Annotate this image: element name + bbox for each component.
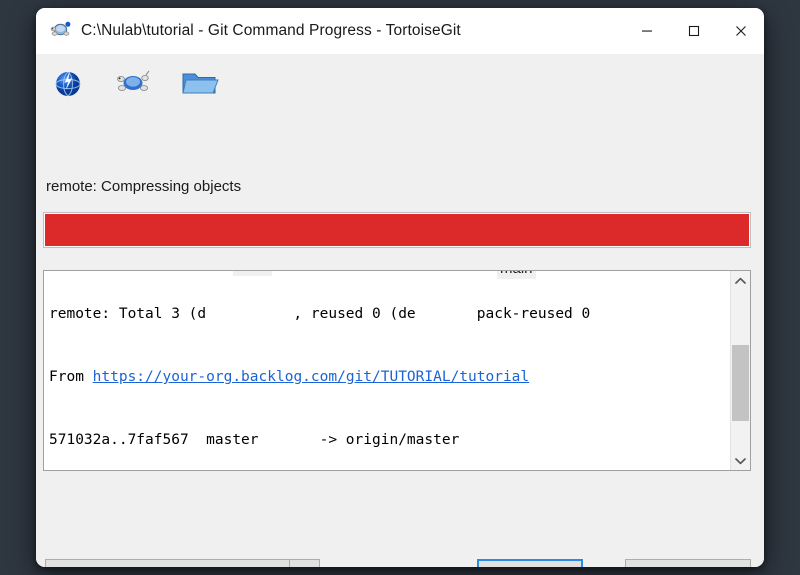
resolve-split-button[interactable]: Resolve [45, 559, 320, 567]
abort-button[interactable]: Abort [625, 559, 751, 567]
console-line: 571032a..7faf567 master -> origin/master [49, 432, 460, 448]
git-command-progress-window: C:\Nulab\tutorial - Git Command Progress… [36, 8, 764, 567]
scrollbar-track[interactable] [731, 290, 750, 451]
caption-button-group [623, 8, 764, 54]
toolbar [36, 54, 764, 112]
dialog-client-area: remote: Compressing objects remote: Tota… [36, 54, 764, 567]
scroll-up-icon[interactable] [731, 271, 750, 290]
console-text-area[interactable]: remote: Total 3 (d , reused 0 (de pack-r… [44, 271, 730, 470]
window-title: C:\Nulab\tutorial - Git Command Progress… [81, 22, 461, 39]
minimize-button[interactable] [623, 8, 670, 54]
folder-icon[interactable] [180, 63, 220, 103]
branch-annotation-overlay: main [497, 271, 536, 279]
maximize-button[interactable] [670, 8, 717, 54]
close-window-button[interactable] [717, 8, 764, 54]
repository-link[interactable]: https://your-org.backlog.com/git/TUTORIA… [93, 369, 530, 385]
tortoise-icon[interactable] [114, 63, 154, 103]
status-label: remote: Compressing objects [46, 178, 242, 195]
progress-bar [43, 212, 751, 248]
console-output[interactable]: remote: Total 3 (d , reused 0 (de pack-r… [43, 270, 751, 471]
scrollbar-thumb[interactable] [732, 345, 749, 421]
chevron-down-icon[interactable] [290, 560, 319, 567]
resolve-button[interactable]: Resolve [46, 560, 290, 567]
title-bar: C:\Nulab\tutorial - Git Command Progress… [36, 8, 764, 54]
console-line: remote: Total 3 (d , reused 0 (de pack-r… [49, 306, 591, 322]
close-button[interactable]: Close [477, 559, 583, 567]
tortoise-icon [50, 20, 72, 42]
console-scrollbar[interactable] [730, 271, 750, 470]
scroll-down-icon[interactable] [731, 451, 750, 470]
globe-arrow-icon[interactable] [48, 63, 88, 103]
progress-bar-fill [45, 214, 749, 246]
branch-annotation-overlay: main [233, 271, 272, 276]
console-line: From https://your-org.backlog.com/git/TU… [49, 369, 530, 385]
desktop-backdrop: C:\Nulab\tutorial - Git Command Progress… [0, 0, 800, 575]
